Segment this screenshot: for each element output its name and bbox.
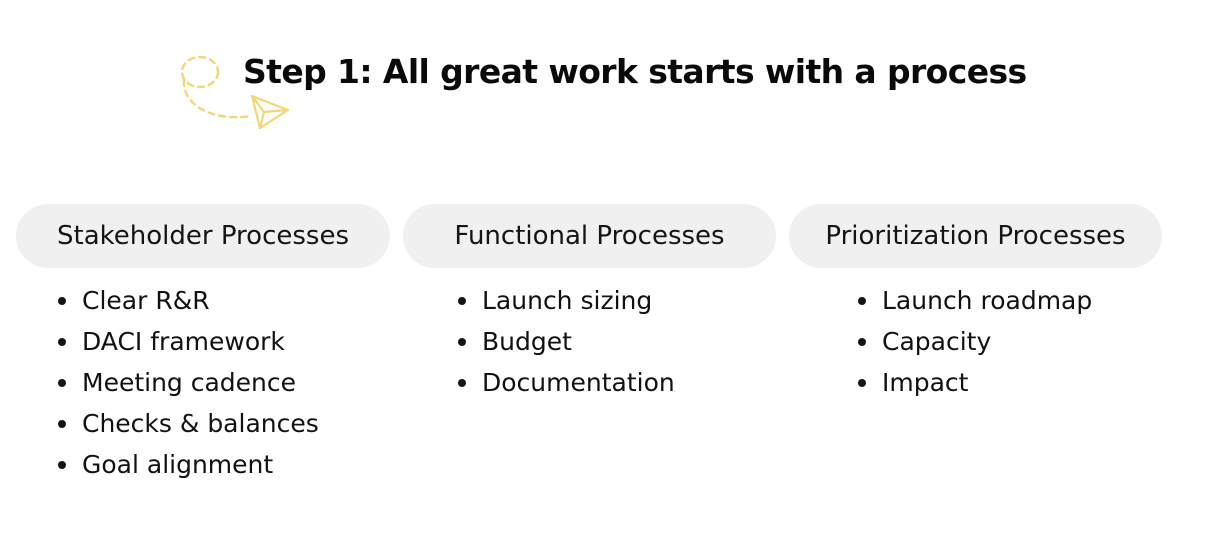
bullet-icon — [458, 378, 466, 387]
list-item: Goal alignment — [54, 444, 319, 485]
stakeholder-processes-list: Clear R&R DACI framework Meeting cadence… — [54, 280, 319, 485]
list-item: Capacity — [854, 321, 1092, 362]
list-item-label: Launch roadmap — [882, 286, 1093, 315]
bullet-icon — [858, 337, 866, 346]
bullet-icon — [458, 337, 466, 346]
prioritization-processes-list: Launch roadmap Capacity Impact — [854, 280, 1092, 403]
bullet-icon — [58, 460, 66, 469]
bullet-icon — [858, 296, 866, 305]
list-item: Meeting cadence — [54, 362, 319, 403]
stakeholder-processes-heading: Stakeholder Processes — [16, 204, 390, 268]
list-item-label: DACI framework — [82, 327, 285, 356]
prioritization-processes-heading: Prioritization Processes — [789, 204, 1162, 268]
bullet-icon — [58, 337, 66, 346]
list-item: Launch sizing — [454, 280, 675, 321]
list-item: Impact — [854, 362, 1092, 403]
list-item: Checks & balances — [54, 403, 319, 444]
list-item-label: Checks & balances — [82, 409, 319, 438]
functional-processes-heading: Functional Processes — [403, 204, 776, 268]
list-item: Clear R&R — [54, 280, 319, 321]
bullet-icon — [58, 378, 66, 387]
bullet-icon — [58, 296, 66, 305]
list-item: Budget — [454, 321, 675, 362]
list-item-label: Goal alignment — [82, 450, 274, 479]
list-item-label: Documentation — [482, 368, 675, 397]
list-item: Documentation — [454, 362, 675, 403]
list-item-label: Launch sizing — [482, 286, 653, 315]
list-item-label: Impact — [882, 368, 969, 397]
list-item-label: Meeting cadence — [82, 368, 297, 397]
list-item-label: Budget — [482, 327, 572, 356]
list-item: Launch roadmap — [854, 280, 1092, 321]
list-item: DACI framework — [54, 321, 319, 362]
bullet-icon — [858, 378, 866, 387]
list-item-label: Capacity — [882, 327, 992, 356]
list-item-label: Clear R&R — [82, 286, 210, 315]
functional-processes-list: Launch sizing Budget Documentation — [454, 280, 675, 403]
bullet-icon — [58, 419, 66, 428]
slide-title: Step 1: All great work starts with a pro… — [243, 52, 1027, 91]
bullet-icon — [458, 296, 466, 305]
